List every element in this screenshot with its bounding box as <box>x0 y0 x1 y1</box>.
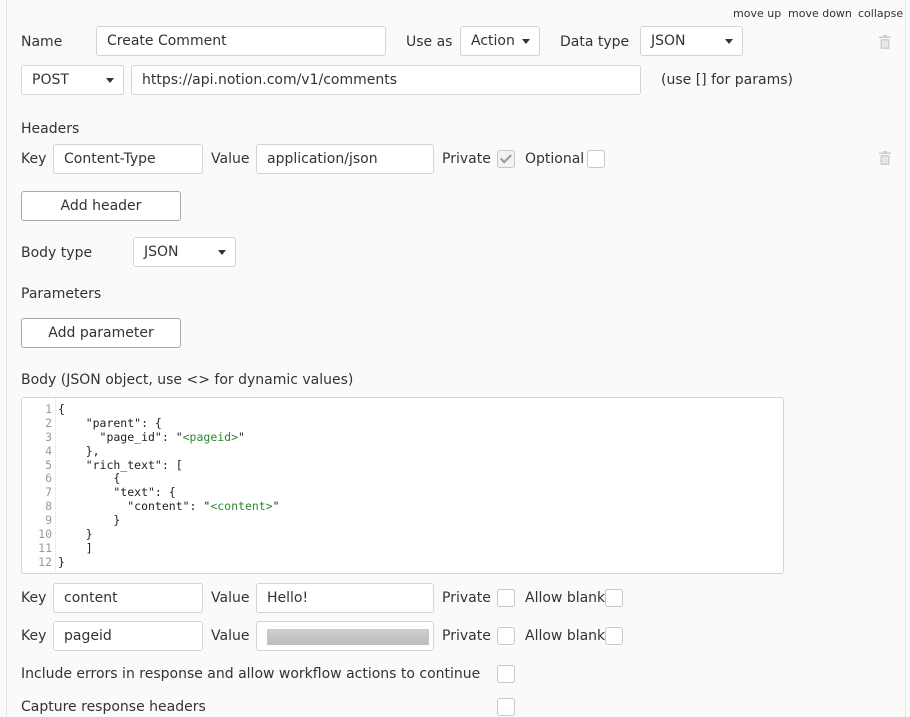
gutter-divider <box>55 398 56 573</box>
code-line: "rich_text": [ <box>58 457 183 472</box>
use-as-value: Action <box>471 33 515 49</box>
body-type-value: JSON <box>144 244 179 260</box>
body-type-dropdown[interactable]: JSON <box>133 237 236 267</box>
chevron-down-icon <box>522 39 530 44</box>
line-number: 9 <box>45 513 52 528</box>
line-number: 10 <box>38 527 52 542</box>
line-number: 6 <box>45 471 52 486</box>
trash-icon[interactable] <box>879 151 891 165</box>
header-value-input[interactable]: application/json <box>256 144 434 174</box>
param-key-input[interactable]: pageid <box>53 621 203 651</box>
header-optional-checkbox[interactable] <box>587 150 605 168</box>
code-line: ] <box>58 540 93 555</box>
trash-icon[interactable] <box>879 35 891 49</box>
line-number: 1 <box>45 402 52 416</box>
line-numbers: 1 2 3 4 5 6 7 8 9 10 11 12 <box>22 402 52 569</box>
header-private-label: Private <box>442 151 491 167</box>
param-allow-blank-checkbox[interactable] <box>605 589 623 607</box>
use-as-dropdown[interactable]: Action <box>460 26 540 56</box>
include-errors-label: Include errors in response and allow wor… <box>21 666 481 682</box>
parameters-title: Parameters <box>21 286 102 302</box>
name-input[interactable]: Create Comment <box>96 26 386 56</box>
params-hint: (use [] for params) <box>661 72 793 88</box>
check-icon <box>499 151 513 164</box>
add-parameter-button[interactable]: Add parameter <box>21 318 181 348</box>
add-header-button[interactable]: Add header <box>21 191 181 221</box>
code-line: "parent": { <box>58 415 162 430</box>
method-dropdown[interactable]: POST <box>21 65 124 95</box>
move-up-link[interactable]: move up <box>733 7 781 20</box>
param-key-label: Key <box>21 628 47 644</box>
line-number: 7 <box>45 485 52 500</box>
data-type-label: Data type <box>560 34 630 50</box>
chevron-down-icon <box>725 39 733 44</box>
capture-headers-label: Capture response headers <box>21 699 206 715</box>
url-input[interactable]: https://api.notion.com/v1/comments <box>131 65 641 95</box>
line-number: 11 <box>38 540 52 555</box>
param-value-label: Value <box>211 590 250 606</box>
param-value-input[interactable]: Hello! <box>256 583 434 613</box>
data-type-dropdown[interactable]: JSON <box>640 26 743 56</box>
param-value-input[interactable] <box>256 621 434 651</box>
body-type-label: Body type <box>21 245 93 261</box>
code-line: "text": { <box>58 485 176 500</box>
move-down-link[interactable]: move down <box>788 7 852 20</box>
collapse-link[interactable]: collapse <box>858 7 903 20</box>
header-private-checkbox[interactable] <box>497 150 515 168</box>
line-number: 2 <box>45 415 52 430</box>
param-key-label: Key <box>21 590 47 606</box>
data-type-value: JSON <box>651 33 686 49</box>
code-line: }, <box>58 443 100 458</box>
name-label: Name <box>21 34 63 50</box>
param-private-label: Private <box>442 590 491 606</box>
api-call-panel: move up move down collapse Name Create C… <box>6 0 906 717</box>
chevron-down-icon <box>218 250 226 255</box>
line-number: 5 <box>45 457 52 472</box>
param-private-checkbox[interactable] <box>497 589 515 607</box>
param-key-input[interactable]: content <box>53 583 203 613</box>
code-line: "page_id": "<pageid>" <box>58 429 245 444</box>
line-number: 12 <box>38 554 52 569</box>
headers-title: Headers <box>21 121 80 137</box>
chevron-down-icon <box>106 78 114 83</box>
redacted-value <box>267 629 429 645</box>
code-line: { <box>58 402 65 416</box>
code-line: } <box>58 513 121 528</box>
use-as-label: Use as <box>406 34 453 50</box>
method-value: POST <box>32 72 69 88</box>
code-lines: { "parent": { "page_id": "<pageid>" }, "… <box>58 402 280 569</box>
header-key-input[interactable]: Content-Type <box>53 144 203 174</box>
header-optional-label: Optional <box>525 151 585 167</box>
param-allow-blank-checkbox[interactable] <box>605 627 623 645</box>
param-allow-blank-label: Allow blank <box>525 590 606 606</box>
header-value-label: Value <box>211 151 250 167</box>
line-number: 3 <box>45 429 52 444</box>
code-line: } <box>58 554 65 569</box>
include-errors-checkbox[interactable] <box>497 665 515 683</box>
body-label: Body (JSON object, use <> for dynamic va… <box>21 372 354 388</box>
code-line: } <box>58 527 93 542</box>
code-line: "content": "<content>" <box>58 499 280 514</box>
line-number: 4 <box>45 443 52 458</box>
param-value-label: Value <box>211 628 250 644</box>
param-private-checkbox[interactable] <box>497 627 515 645</box>
code-line: { <box>58 471 121 486</box>
line-number: 8 <box>45 499 52 514</box>
header-key-label: Key <box>21 151 47 167</box>
capture-headers-checkbox[interactable] <box>497 698 515 716</box>
body-code-editor[interactable]: 1 2 3 4 5 6 7 8 9 10 11 12 { "parent": { "page_id":… <box>21 397 784 574</box>
param-private-label: Private <box>442 628 491 644</box>
param-allow-blank-label: Allow blank <box>525 628 606 644</box>
